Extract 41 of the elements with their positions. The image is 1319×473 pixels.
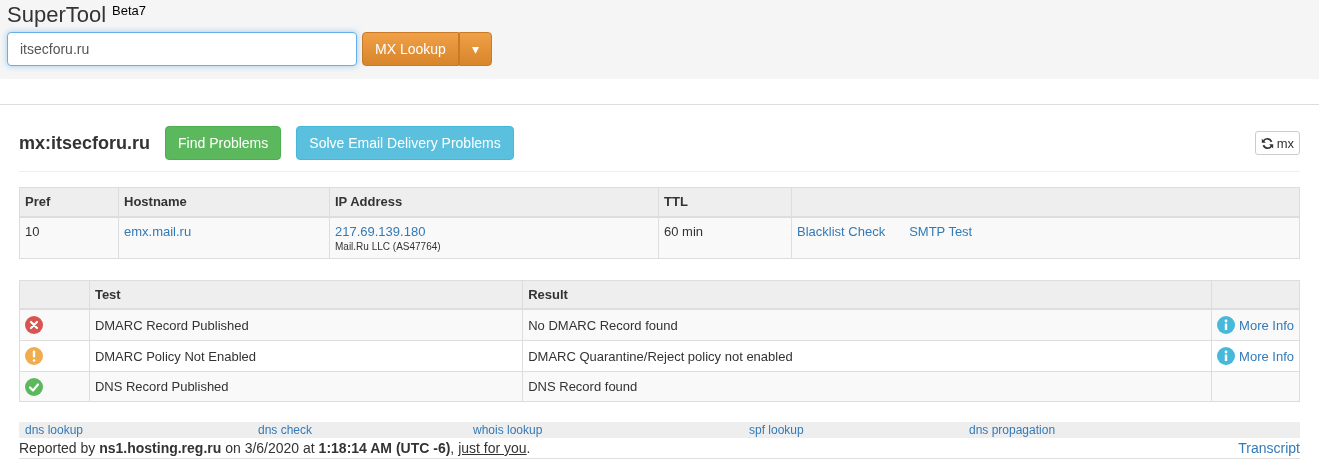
tool-link[interactable]: spf lookup	[749, 423, 804, 437]
info-icon	[1217, 347, 1236, 365]
hostname-link[interactable]: emx.mail.ru	[124, 223, 192, 239]
refresh-icon	[1260, 136, 1274, 150]
table-cell: DNS Record Published	[94, 379, 229, 394]
app-title: SuperTool	[7, 2, 107, 28]
tool-link[interactable]: dns lookup	[25, 423, 84, 437]
tool-link[interactable]: whois lookup	[473, 423, 543, 437]
column-header: Hostname	[118, 187, 330, 217]
column-header: Pref	[19, 187, 119, 217]
refresh-button[interactable]: mx	[1254, 131, 1300, 155]
table-cell: DMARC Record Published	[94, 317, 249, 333]
result-heading: mx:itsecforu.ru	[19, 132, 151, 154]
mx-lookup-button[interactable]: MX Lookup	[362, 32, 459, 66]
check-icon	[25, 377, 43, 396]
test-link[interactable]: Blacklist Check	[797, 223, 886, 239]
column-header: Result	[522, 280, 1212, 309]
just-for-you-link[interactable]: just for you	[458, 440, 527, 456]
error-icon	[25, 316, 43, 334]
tool-link[interactable]: dns check	[258, 423, 313, 437]
table-cell: DMARC Policy Not Enabled	[94, 348, 257, 364]
ip-link[interactable]: 217.69.139.180	[335, 223, 426, 239]
warning-icon	[25, 347, 43, 365]
owner-text: Mail.Ru LLC (AS47764)	[335, 240, 442, 252]
tool-link[interactable]: dns propagation	[969, 423, 1056, 437]
test-link[interactable]: SMTP Test	[909, 223, 973, 239]
table-cell: No DMARC Record found	[528, 317, 678, 333]
table-cell: 10	[25, 223, 40, 239]
column-header: TTL	[658, 187, 792, 217]
transcript-link[interactable]: Transcript	[1238, 440, 1300, 456]
column-header: Test	[89, 280, 523, 309]
column-header: IP Address	[329, 187, 659, 217]
find-problems-button[interactable]: Find Problems	[165, 126, 282, 160]
domain-input[interactable]: itsecforu.ru	[7, 32, 357, 66]
table-cell: DNS Record found	[528, 379, 638, 394]
table-cell: 60 min	[664, 223, 704, 239]
dropdown-toggle[interactable]: ▾	[458, 32, 492, 66]
info-icon	[1217, 316, 1236, 334]
report-text: Reported by ns1.hosting.reg.ru on 3/6/2020 at 1:18:14 AM (UTC -6), just for you.	[19, 440, 531, 456]
table-cell: DMARC Quarantine/Reject policy not enabled	[528, 348, 793, 364]
version-label: Beta7	[112, 2, 147, 20]
